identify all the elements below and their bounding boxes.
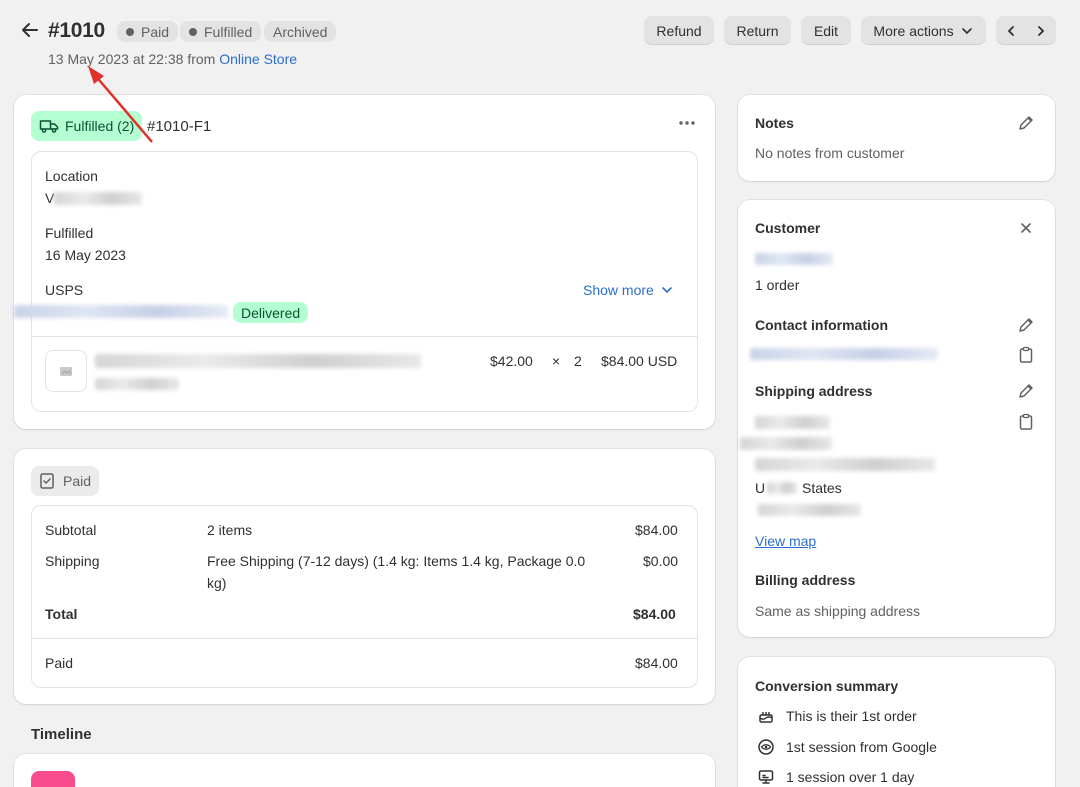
subtotal-amount: $84.00	[635, 522, 678, 538]
paid-amount: $84.00	[635, 655, 678, 671]
item-quantity: 2	[574, 353, 582, 369]
conversion-item: This is their 1st order	[786, 708, 917, 724]
product-thumbnail[interactable]	[45, 350, 87, 392]
notes-title: Notes	[755, 115, 794, 131]
chevron-down-icon	[961, 27, 972, 34]
close-icon[interactable]	[1018, 220, 1034, 239]
status-badge-archived: Archived	[264, 21, 337, 42]
channel-link[interactable]: Online Store	[219, 51, 297, 67]
notes-text: No notes from customer	[755, 145, 905, 161]
redacted-phone	[758, 504, 861, 516]
timeline-card	[14, 754, 715, 787]
view-map-link[interactable]: View map	[755, 533, 816, 549]
customer-title: Customer	[755, 220, 821, 236]
customer-order-count: 1 order	[755, 277, 800, 293]
location-value: V	[45, 190, 55, 206]
shipping-label: Shipping	[45, 553, 100, 569]
paid-label: Paid	[45, 655, 74, 671]
total-label: Total	[45, 606, 78, 622]
eye-circle-icon	[757, 738, 775, 759]
item-unit-price: $42.00	[490, 353, 533, 369]
redacted-tracking-link[interactable]	[14, 305, 228, 318]
redacted-email[interactable]	[750, 348, 938, 360]
item-total: $84.00 USD	[601, 353, 678, 369]
conversion-item: 1 session over 1 day	[786, 769, 915, 785]
conversion-item: 1st session from Google	[786, 739, 937, 755]
shipping-detail: Free Shipping (7-12 days) (1.4 kg: Items…	[207, 553, 586, 569]
paid-badge: Paid	[31, 466, 100, 496]
redacted-customer-name[interactable]	[755, 253, 833, 265]
redacted-address-line	[740, 437, 832, 450]
copy-email-clipboard-icon[interactable]	[1018, 346, 1034, 367]
cake-icon	[757, 707, 775, 728]
redacted-location	[54, 192, 142, 205]
divider	[32, 336, 697, 337]
chevron-right-icon[interactable]	[1034, 24, 1048, 38]
truck-icon	[39, 120, 59, 133]
chevron-down-icon	[662, 287, 672, 294]
payment-summary-box	[31, 505, 698, 688]
avatar	[31, 771, 75, 787]
back-arrow-icon[interactable]	[18, 18, 42, 42]
order-pager	[996, 16, 1056, 45]
contact-info-title: Contact information	[755, 317, 888, 333]
address-country-end: States	[802, 480, 842, 496]
shipping-amount: $0.00	[643, 553, 679, 569]
location-label: Location	[45, 168, 98, 184]
address-country-start: U	[755, 480, 766, 496]
show-more-link[interactable]: Show more	[583, 282, 674, 298]
chevron-left-icon[interactable]	[1004, 24, 1018, 38]
dot-icon	[126, 27, 134, 36]
redacted-product-variant	[95, 378, 179, 390]
dot-icon	[189, 27, 197, 36]
notes-card	[738, 95, 1055, 181]
redacted-address-fragment	[767, 482, 797, 494]
subtotal-label: Subtotal	[45, 522, 97, 538]
redacted-address-line	[755, 458, 935, 471]
receipt-check-icon	[40, 473, 54, 489]
subtotal-detail: 2 items	[207, 522, 253, 538]
shipping-detail-continued: kg)	[207, 575, 227, 591]
refund-button[interactable]: Refund	[644, 16, 714, 45]
redacted-product-title[interactable]	[95, 354, 421, 368]
status-badge-paid: Paid	[117, 21, 179, 42]
image-placeholder-icon	[60, 367, 72, 376]
timeline-title: Timeline	[31, 726, 92, 743]
copy-address-clipboard-icon[interactable]	[1018, 413, 1034, 434]
billing-address-text: Same as shipping address	[755, 603, 920, 619]
shipping-address-title: Shipping address	[755, 383, 873, 399]
delivered-badge: Delivered	[233, 302, 309, 323]
page-title: #1010	[48, 19, 105, 42]
edit-contact-pencil-icon[interactable]	[1017, 316, 1035, 337]
billing-address-title: Billing address	[755, 572, 856, 588]
edit-shipping-pencil-icon[interactable]	[1017, 382, 1035, 403]
monitor-icon	[757, 768, 775, 787]
conversion-title: Conversion summary	[755, 678, 899, 694]
status-badge-fulfilled: Fulfilled	[180, 21, 262, 42]
total-amount: $84.00	[633, 606, 676, 622]
carrier-name: USPS	[45, 282, 84, 298]
fulfilled-date: 16 May 2023	[45, 247, 126, 263]
more-options-icon[interactable]	[677, 114, 697, 135]
item-times: ×	[552, 353, 561, 369]
redacted-address-line	[755, 416, 830, 429]
more-actions-button[interactable]: More actions	[861, 16, 986, 45]
edit-notes-pencil-icon[interactable]	[1017, 114, 1035, 135]
divider	[32, 638, 697, 639]
edit-button[interactable]: Edit	[801, 16, 851, 45]
return-button[interactable]: Return	[724, 16, 791, 45]
annotation-arrow-icon	[88, 66, 153, 143]
fulfilled-label: Fulfilled	[45, 225, 94, 241]
